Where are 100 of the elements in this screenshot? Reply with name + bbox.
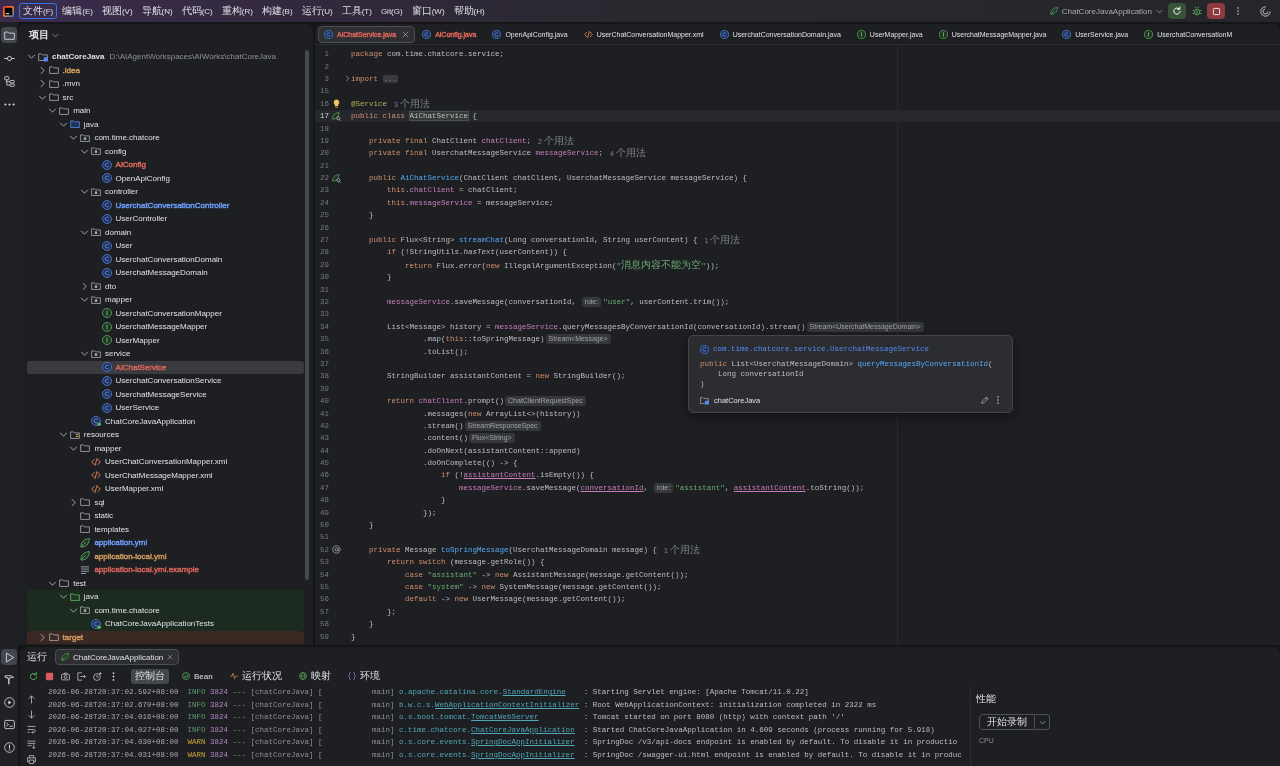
- tree-item[interactable]: UserChatConversationMapper.xml: [27, 455, 304, 469]
- scrollbar[interactable]: [305, 50, 309, 580]
- tree-item[interactable]: .idea: [27, 63, 304, 77]
- chevron-down-icon[interactable]: [58, 119, 68, 129]
- chevron-right-icon[interactable]: [37, 79, 47, 89]
- chevron-down-icon[interactable]: [69, 133, 79, 143]
- chevron-down-icon[interactable]: [69, 443, 79, 453]
- restart-icon[interactable]: [29, 671, 38, 681]
- camera-icon[interactable]: [61, 671, 70, 681]
- pencil-icon[interactable]: [981, 396, 989, 404]
- chevron-down-icon[interactable]: [58, 430, 68, 440]
- tree-item[interactable]: com.time.chatcore: [27, 131, 304, 145]
- tool-window-button[interactable]: [1, 27, 17, 43]
- tree-item[interactable]: controller: [27, 185, 304, 199]
- tree-item[interactable]: UserchatConversationService: [27, 374, 304, 388]
- run-configuration-dropdown[interactable]: ChatCoreJavaApplication: [1049, 6, 1163, 16]
- menu-item[interactable]: 视图(V): [97, 3, 137, 19]
- tree-item[interactable]: ChatCoreJavaApplication: [27, 414, 304, 428]
- tree-item[interactable]: UserService: [27, 401, 304, 415]
- close-icon[interactable]: [402, 30, 410, 38]
- tree-item[interactable]: AiChatService: [27, 360, 304, 374]
- arrow-down-icon[interactable]: [27, 710, 36, 719]
- chevron-right-icon[interactable]: [80, 281, 89, 291]
- stop-button[interactable]: [1207, 3, 1225, 19]
- printer-icon[interactable]: [27, 755, 36, 764]
- tool-window-button[interactable]: [1, 73, 17, 89]
- bug-icon[interactable]: [1192, 6, 1202, 16]
- clock-icon[interactable]: [93, 671, 102, 681]
- tree-item[interactable]: domain: [27, 225, 304, 239]
- tree-item[interactable]: UserchatMessageService: [27, 387, 304, 401]
- chevron-down-icon[interactable]: [80, 349, 89, 359]
- menu-item[interactable]: 文件(F): [19, 3, 58, 19]
- tree-item[interactable]: mapper: [27, 293, 304, 307]
- chevron-down-icon[interactable]: [69, 605, 79, 615]
- chevron-down-icon[interactable]: [80, 146, 89, 156]
- tree-item[interactable]: UserMapper.xml: [27, 482, 304, 496]
- tree-item[interactable]: chatCoreJava D:\AIAgentWorkspaces\AIWorks\chatCoreJava: [27, 50, 304, 64]
- chevron-down-icon[interactable]: [48, 106, 58, 116]
- tree-item[interactable]: service: [27, 347, 304, 361]
- tree-item[interactable]: application-local.yml.example: [27, 563, 304, 577]
- tree-item[interactable]: UserMapper: [27, 333, 304, 347]
- view-tab[interactable]: Bean: [178, 668, 217, 684]
- rerun-button[interactable]: [1168, 3, 1186, 19]
- scroll-end-icon[interactable]: [27, 740, 36, 749]
- tree-item[interactable]: .mvn: [27, 77, 304, 91]
- project-view-dropdown[interactable]: 项目: [26, 27, 62, 43]
- menu-item[interactable]: 工具(T): [337, 3, 376, 19]
- tree-item[interactable]: UserController: [27, 212, 304, 226]
- leaf-icon[interactable]: [331, 111, 341, 121]
- chevron-down-icon[interactable]: [58, 592, 68, 602]
- tree-item[interactable]: OpenApiConfig: [27, 171, 304, 185]
- tool-window-button[interactable]: [1, 739, 17, 755]
- chevron-down-icon[interactable]: [80, 227, 89, 237]
- chevron-down-icon[interactable]: [80, 295, 89, 305]
- menu-item[interactable]: 构建(B): [257, 3, 297, 19]
- tree-item[interactable]: main: [27, 104, 304, 118]
- wrap-icon[interactable]: [27, 725, 36, 734]
- menu-item[interactable]: 帮助(H): [449, 3, 489, 19]
- menu-item[interactable]: 窗口(W): [407, 3, 449, 19]
- menu-item[interactable]: 重构(R): [217, 3, 257, 19]
- tree-item[interactable]: AiConfig: [27, 158, 304, 172]
- menu-item[interactable]: 导航(N): [137, 3, 177, 19]
- dropdown-button[interactable]: [1035, 714, 1050, 730]
- chevron-right-icon[interactable]: [37, 632, 47, 642]
- tree-item[interactable]: application-local.yml: [27, 549, 304, 563]
- start-recording-button[interactable]: 开始录制: [979, 714, 1035, 730]
- menu-item[interactable]: 代码(C): [177, 3, 217, 19]
- app-logo-icon[interactable]: [3, 5, 14, 17]
- at-sign-icon[interactable]: [331, 545, 341, 555]
- tree-item[interactable]: mapper: [27, 441, 304, 455]
- view-tab[interactable]: 控制台: [131, 668, 169, 684]
- chevron-right-icon[interactable]: [37, 65, 47, 75]
- tree-item[interactable]: UserchatConversationDomain: [27, 252, 304, 266]
- chevron-down-icon[interactable]: [48, 578, 58, 588]
- run-tab[interactable]: ChatCoreJavaApplication: [55, 649, 180, 665]
- tree-item[interactable]: test: [27, 576, 304, 590]
- tree-item[interactable]: User: [27, 239, 304, 253]
- tree-item[interactable]: templates: [27, 522, 304, 536]
- tree-item[interactable]: sql: [27, 495, 304, 509]
- tree-item[interactable]: UserchatMessageMapper: [27, 320, 304, 334]
- tree-item[interactable]: src: [27, 90, 304, 104]
- tree-item[interactable]: application.yml: [27, 536, 304, 550]
- tree-item[interactable]: static: [27, 509, 304, 523]
- tree-item[interactable]: ChatCoreJavaApplicationTests: [27, 617, 304, 631]
- tree-item[interactable]: UserchatMessageDomain: [27, 266, 304, 280]
- view-tab[interactable]: 环境: [343, 668, 384, 684]
- exit-icon[interactable]: [77, 671, 86, 681]
- chevron-down-icon[interactable]: [37, 92, 47, 102]
- tree-item[interactable]: java: [27, 590, 304, 604]
- tree-item[interactable]: UserchatConversationMapper: [27, 306, 304, 320]
- view-tab[interactable]: 映射: [294, 668, 335, 684]
- spiral-icon[interactable]: [1260, 5, 1271, 17]
- chevron-right-icon[interactable]: [343, 75, 351, 83]
- bulb-icon[interactable]: [331, 99, 341, 109]
- menu-item[interactable]: 编辑(E): [58, 3, 97, 19]
- close-icon[interactable]: [167, 654, 174, 660]
- tree-item[interactable]: config: [27, 144, 304, 158]
- tree-item[interactable]: java: [27, 117, 304, 131]
- tool-window-button[interactable]: [1, 694, 17, 710]
- tree-item[interactable]: UserchatConversationController: [27, 198, 304, 212]
